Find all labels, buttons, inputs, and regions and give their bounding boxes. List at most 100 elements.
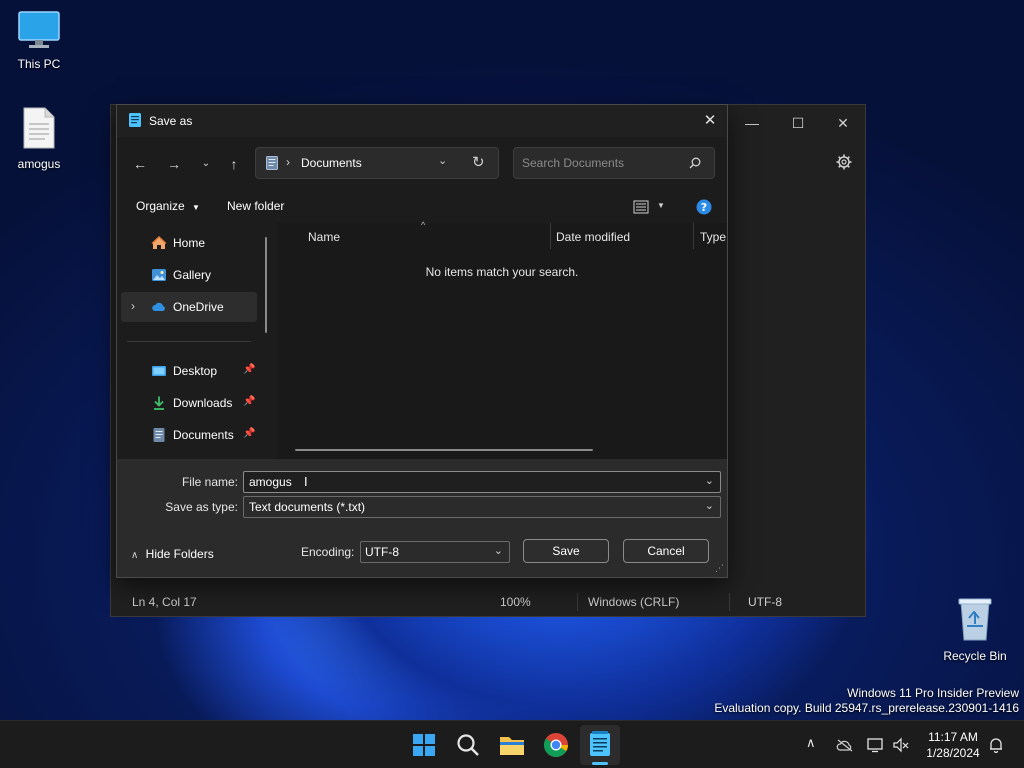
- column-header-type[interactable]: Type: [700, 230, 726, 244]
- view-options-icon[interactable]: [633, 200, 649, 214]
- view-options-caret-icon[interactable]: ▼: [657, 201, 665, 210]
- status-divider: [729, 593, 730, 611]
- chevron-down-icon[interactable]: ⌄: [494, 544, 503, 557]
- clock[interactable]: 11:17 AM 1/28/2024: [918, 729, 988, 761]
- navigation-bar: ← → ⌄ ↑ › Documents ⌄ ↻ Search Documents: [117, 137, 727, 193]
- up-arrow-icon[interactable]: ↑: [223, 153, 245, 175]
- download-icon: [154, 396, 164, 410]
- breadcrumb-documents[interactable]: Documents: [301, 156, 362, 170]
- text-file-icon: [23, 107, 55, 149]
- chrome-icon[interactable]: [540, 729, 572, 761]
- cursor-position: Ln 4, Col 17: [132, 595, 197, 609]
- text-cursor-icon: I: [304, 474, 308, 489]
- close-button[interactable]: ✕: [828, 111, 858, 135]
- command-bar: Organize ▼ New folder ▼ ?: [117, 193, 727, 223]
- recycle-bin-icon: [958, 598, 992, 641]
- clock-date: 1/28/2024: [926, 746, 980, 760]
- sidebar-item-home[interactable]: Home: [121, 228, 257, 258]
- desktop-icon-label: Recycle Bin: [943, 649, 1007, 663]
- desktop-icon-label: amogus: [17, 157, 61, 171]
- pin-icon: 📌: [243, 364, 256, 375]
- column-divider[interactable]: [693, 223, 694, 249]
- encoding-select[interactable]: UTF-8 ⌄: [360, 541, 510, 563]
- search-input[interactable]: Search Documents: [522, 156, 624, 170]
- sidebar-divider: [127, 341, 251, 342]
- desktop-icon-recycle-bin[interactable]: Recycle Bin: [937, 596, 1013, 663]
- column-header-date-modified[interactable]: Date modified: [556, 230, 630, 244]
- save-as-dialog: Save as ✕ ← → ⌄ ↑ › Documents ⌄ ↻ Search…: [116, 104, 728, 578]
- gear-icon[interactable]: [836, 154, 852, 170]
- hide-folders-toggle[interactable]: ∧ Hide Folders: [131, 547, 214, 561]
- refresh-icon[interactable]: ↻: [472, 153, 485, 171]
- encoding-label: Encoding:: [301, 545, 355, 559]
- dialog-title: Save as: [149, 114, 193, 128]
- desktop-icon-this-pc[interactable]: This PC: [1, 10, 77, 71]
- cancel-button[interactable]: Cancel: [623, 539, 709, 563]
- dialog-titlebar: Save as ✕: [117, 105, 727, 137]
- search-icon[interactable]: [452, 729, 484, 761]
- maximize-button[interactable]: ☐: [783, 111, 813, 135]
- desktop-icon-label: This PC: [17, 57, 61, 71]
- sidebar-item-documents[interactable]: Documents 📌: [121, 420, 257, 450]
- file-name-value: amogus: [249, 475, 292, 489]
- notification-bell-icon[interactable]: [988, 737, 1004, 753]
- watermark-line1: Windows 11 Pro Insider Preview: [847, 686, 1019, 700]
- pin-icon: 📌: [243, 396, 256, 407]
- caret-down-icon: ▼: [192, 203, 200, 212]
- file-list: ^ Name Date modified Type No items match…: [277, 220, 727, 459]
- show-hidden-icons-chevron-icon[interactable]: ∧: [806, 735, 816, 751]
- organize-menu[interactable]: Organize ▼: [136, 199, 200, 213]
- save-type-value: Text documents (*.txt): [249, 500, 366, 514]
- address-bar[interactable]: › Documents ⌄ ↻: [255, 147, 499, 179]
- volume-muted-icon[interactable]: [893, 737, 909, 753]
- search-icon: [689, 157, 701, 169]
- desktop-icon-amogus[interactable]: amogus: [1, 106, 77, 171]
- network-icon[interactable]: [867, 737, 885, 753]
- horizontal-scrollbar[interactable]: [295, 449, 593, 451]
- back-arrow-icon[interactable]: ←: [129, 153, 151, 175]
- onedrive-icon[interactable]: [836, 738, 854, 752]
- address-dropdown-chevron-icon[interactable]: ⌄: [438, 154, 447, 167]
- sidebar-item-label: Gallery: [173, 268, 212, 282]
- close-button[interactable]: ✕: [695, 109, 725, 133]
- sidebar-scrollbar[interactable]: [265, 237, 267, 333]
- minimize-button[interactable]: —: [737, 111, 767, 135]
- sidebar-item-label: Documents: [173, 428, 234, 442]
- taskbar-active-app[interactable]: [580, 725, 620, 765]
- cloud-icon: [152, 302, 165, 311]
- sidebar-item-gallery[interactable]: Gallery: [121, 260, 257, 290]
- breadcrumb-chevron-icon: ›: [286, 155, 290, 169]
- save-type-select[interactable]: Text documents (*.txt) ⌄: [243, 496, 721, 518]
- monitor-icon: [18, 11, 60, 48]
- sidebar-item-label: Home: [173, 236, 206, 250]
- clock-time: 11:17 AM: [928, 730, 978, 744]
- active-indicator: [592, 762, 608, 765]
- sidebar-item-downloads[interactable]: Downloads 📌: [121, 388, 257, 418]
- sidebar-item-desktop[interactable]: Desktop 📌: [121, 356, 257, 386]
- home-icon: [151, 235, 167, 249]
- column-header-name[interactable]: Name: [308, 230, 340, 244]
- save-button[interactable]: Save: [523, 539, 609, 563]
- search-box[interactable]: Search Documents: [513, 147, 715, 179]
- notepad-status-bar: Ln 4, Col 17 100% Windows (CRLF) UTF-8: [111, 588, 865, 616]
- sidebar-item-label: Downloads: [173, 396, 233, 410]
- chevron-up-icon: ∧: [131, 550, 139, 561]
- start-icon[interactable]: [408, 729, 440, 761]
- gallery-icon: [152, 269, 166, 281]
- expand-chevron-icon[interactable]: ›: [131, 299, 135, 313]
- file-name-field[interactable]: amogus I ⌄: [243, 471, 721, 493]
- chevron-down-icon[interactable]: ⌄: [705, 474, 714, 487]
- column-divider[interactable]: [550, 223, 551, 249]
- notepad-icon: [590, 731, 610, 756]
- resize-grip-icon[interactable]: ⋰: [715, 563, 724, 574]
- chevron-down-icon[interactable]: ⌄: [705, 499, 714, 512]
- file-name-label: File name:: [181, 475, 238, 489]
- sidebar-item-onedrive[interactable]: › OneDrive: [121, 292, 257, 322]
- new-folder-button[interactable]: New folder: [227, 199, 284, 213]
- help-icon[interactable]: ?: [696, 199, 712, 215]
- file-explorer-icon[interactable]: [496, 729, 528, 761]
- recent-locations-chevron-icon[interactable]: ⌄: [195, 153, 217, 175]
- desktop-icon: [152, 366, 166, 376]
- forward-arrow-icon[interactable]: →: [163, 153, 185, 175]
- line-ending: Windows (CRLF): [588, 595, 680, 609]
